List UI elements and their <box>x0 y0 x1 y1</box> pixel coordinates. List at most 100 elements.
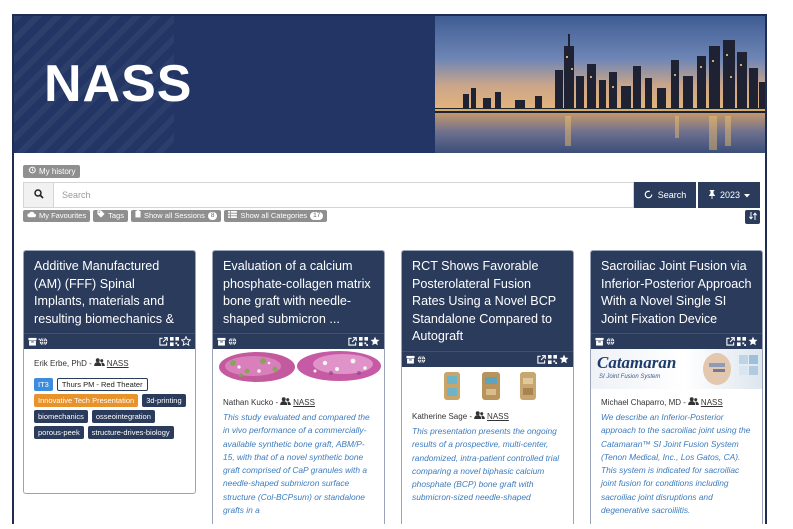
tags-label: Tags <box>108 211 124 220</box>
tag-keyword[interactable]: osseointegration <box>91 410 155 423</box>
sort-button[interactable] <box>745 210 760 224</box>
external-link-icon[interactable] <box>537 351 546 369</box>
card-author: Katherine Sage - NASS <box>402 405 573 421</box>
year-label: 2023 <box>719 190 741 200</box>
presentation-card[interactable]: Additive Manufactured (AM) (FFF) Spinal … <box>23 250 196 494</box>
search-bar: Search 2023 <box>23 182 760 208</box>
org-link[interactable]: NASS <box>293 398 315 407</box>
show-all-sessions-label: Show all Sessions <box>143 211 205 220</box>
sort-icon <box>748 212 757 222</box>
my-favourites-label: My Favourites <box>39 211 87 220</box>
catamaran-brand-text: Catamaran <box>597 353 677 372</box>
card-abstract: This study evaluated and compared the in… <box>223 412 370 516</box>
refresh-icon <box>644 190 653 201</box>
tag-session-code[interactable]: IT3 <box>34 378 53 391</box>
qr-code-icon[interactable] <box>359 333 368 351</box>
pin-icon <box>708 189 716 201</box>
globe-icon[interactable] <box>228 333 237 351</box>
author-name: Michael Chaparro, MD - <box>601 397 686 407</box>
external-link-icon[interactable] <box>159 333 168 351</box>
cloud-icon <box>27 210 36 222</box>
qr-code-icon[interactable] <box>737 333 746 351</box>
author-name: Nathan Kucko - <box>223 397 279 407</box>
search-button[interactable]: Search <box>634 182 696 208</box>
author-name: Katherine Sage - <box>412 411 473 421</box>
nass-logo[interactable]: NASS <box>44 54 192 114</box>
archive-icon[interactable] <box>28 333 37 351</box>
users-icon <box>474 411 485 421</box>
archive-icon[interactable] <box>217 333 226 351</box>
card-title[interactable]: Additive Manufactured (AM) (FFF) Spinal … <box>24 251 195 343</box>
tag-category[interactable]: Innovative Tech Presentation <box>34 394 139 407</box>
qr-code-icon[interactable] <box>170 333 179 351</box>
show-all-sessions-button[interactable]: Show all Sessions 8 <box>130 210 222 222</box>
tag-session-time[interactable]: Thurs PM - Red Theater <box>56 378 148 391</box>
show-all-categories-button[interactable]: Show all Categories 17 <box>224 210 328 222</box>
globe-icon[interactable] <box>39 333 48 351</box>
users-icon <box>93 358 105 368</box>
star-icon[interactable] <box>748 333 758 351</box>
card-author: Erik Erbe, PhD - NASS <box>24 349 195 368</box>
catamaran-product-image: Catamaran SI Joint Fusion System <box>591 349 762 389</box>
histology-image <box>213 349 384 389</box>
my-favourites-button[interactable]: My Favourites <box>23 210 91 222</box>
tags-icon <box>97 210 105 222</box>
tag-keyword[interactable]: biomechanics <box>34 410 88 423</box>
filter-bar: My Favourites Tags Show all Sessions 8 S… <box>23 210 328 222</box>
tag-keyword[interactable]: structure-drives-biology <box>87 426 174 439</box>
star-icon[interactable] <box>370 333 380 351</box>
card-title[interactable]: Evaluation of a calcium phosphate-collag… <box>213 251 384 333</box>
globe-icon[interactable] <box>606 333 615 351</box>
tag-list: IT3 Thurs PM - Red Theater Innovative Te… <box>24 368 195 439</box>
users-icon <box>280 397 291 407</box>
qr-code-icon[interactable] <box>548 351 557 369</box>
tag-keyword[interactable]: porous-peek <box>34 426 84 439</box>
external-link-icon[interactable] <box>726 333 735 351</box>
spine-ct-image <box>402 367 573 405</box>
users-icon <box>688 397 699 407</box>
card-action-bar <box>213 333 384 349</box>
org-link[interactable]: NASS <box>107 359 129 368</box>
search-icon <box>33 186 44 204</box>
year-dropdown[interactable]: 2023 <box>698 182 760 208</box>
categories-count-badge: 17 <box>310 212 324 220</box>
star-icon[interactable] <box>559 351 569 369</box>
tags-button[interactable]: Tags <box>93 210 128 222</box>
list-icon <box>228 210 238 222</box>
org-link[interactable]: NASS <box>487 412 509 421</box>
card-title[interactable]: Sacroiliac Joint Fusion via Inferior-Pos… <box>591 251 762 333</box>
card-abstract: We describe an Inferior-Posterior approa… <box>601 412 751 516</box>
card-action-bar <box>591 333 762 349</box>
search-button-label: Search <box>657 190 687 200</box>
card-abstract: This presentation presents the ongoing r… <box>412 426 560 503</box>
app-frame: NASS My history Search Search 2023 My Fa… <box>12 14 767 524</box>
tag-keyword[interactable]: 3d-printing <box>142 394 186 407</box>
my-history-label: My history <box>39 167 76 176</box>
presentation-card[interactable]: RCT Shows Favorable Posterolateral Fusio… <box>401 250 574 524</box>
card-action-bar <box>24 333 195 349</box>
archive-icon[interactable] <box>595 333 604 351</box>
sessions-count-badge: 8 <box>207 212 218 220</box>
history-icon <box>28 165 36 178</box>
catamaran-subtitle-text: SI Joint Fusion System <box>599 374 661 380</box>
org-link[interactable]: NASS <box>701 398 723 407</box>
header-banner: NASS <box>14 16 765 153</box>
card-title[interactable]: RCT Shows Favorable Posterolateral Fusio… <box>402 251 573 351</box>
search-icon-box <box>23 182 53 208</box>
external-link-icon[interactable] <box>348 333 357 351</box>
author-name: Erik Erbe, PhD - <box>34 358 92 368</box>
clipboard-icon <box>135 210 141 222</box>
archive-icon[interactable] <box>406 351 415 369</box>
globe-icon[interactable] <box>417 351 426 369</box>
star-outline-icon[interactable] <box>180 333 192 351</box>
presentation-card[interactable]: Sacroiliac Joint Fusion via Inferior-Pos… <box>590 250 763 524</box>
card-action-bar <box>402 351 573 367</box>
presentation-card[interactable]: Evaluation of a calcium phosphate-collag… <box>212 250 385 524</box>
caret-down-icon <box>744 190 751 200</box>
card-author: Nathan Kucko - NASS <box>213 389 384 407</box>
card-author: Michael Chaparro, MD - NASS <box>591 389 762 407</box>
city-skyline-photo <box>435 16 765 153</box>
search-input[interactable] <box>53 182 634 208</box>
my-history-button[interactable]: My history <box>23 165 81 178</box>
show-all-categories-label: Show all Categories <box>240 211 308 220</box>
